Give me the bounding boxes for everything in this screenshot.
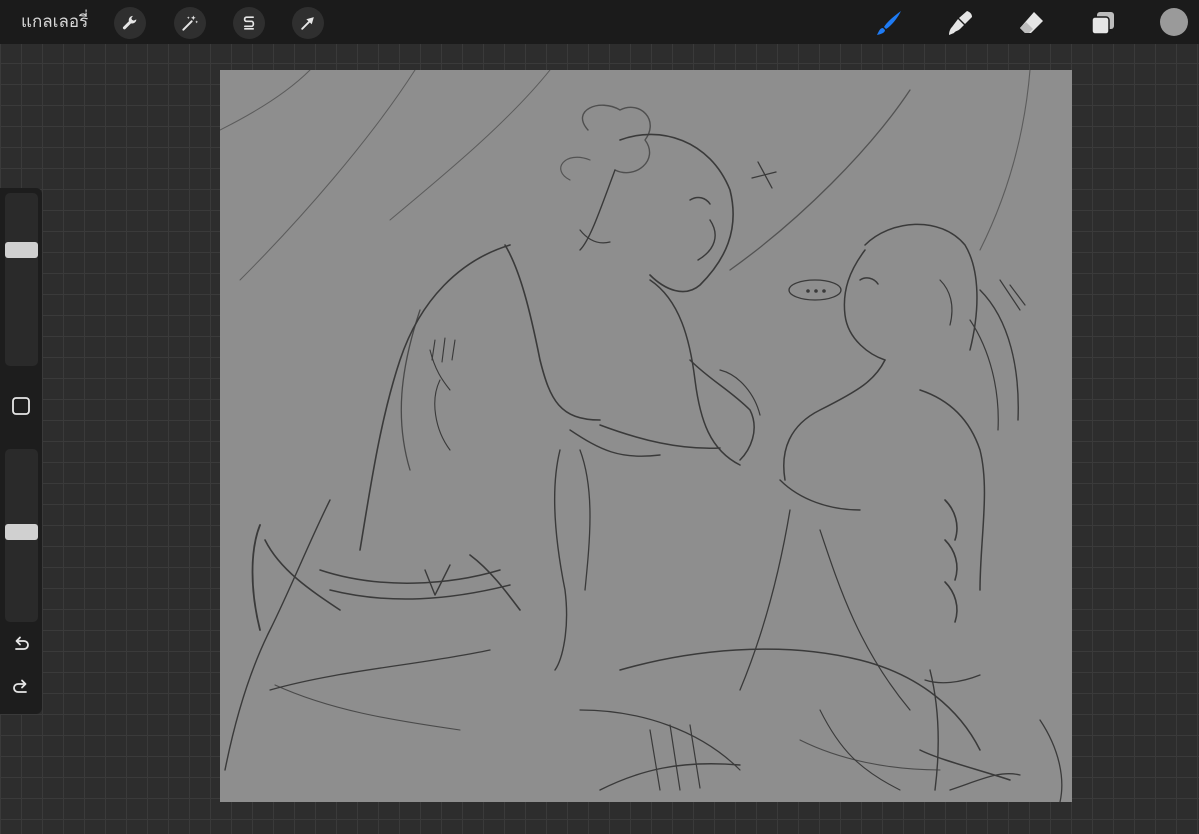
selection-s-icon: [243, 16, 255, 30]
opacity-slider[interactable]: [5, 449, 38, 622]
undo-icon[interactable]: [10, 634, 32, 656]
redo-icon[interactable]: [10, 677, 32, 699]
drawing-canvas[interactable]: [220, 70, 1072, 802]
brush-size-slider-handle[interactable]: [5, 242, 38, 258]
transform-button[interactable]: [292, 7, 324, 39]
square-outline-icon[interactable]: [11, 396, 31, 416]
gallery-button[interactable]: แกลเลอรี่: [21, 10, 88, 34]
brush-tool-button[interactable]: [872, 6, 906, 40]
adjustments-button[interactable]: [174, 7, 206, 39]
top-toolbar: แกลเลอรี่: [0, 0, 1199, 44]
wrench-icon: [122, 15, 137, 30]
eraser-icon: [1020, 12, 1043, 33]
brush-icon: [877, 11, 901, 35]
layers-button[interactable]: [1086, 6, 1120, 40]
opacity-slider-handle[interactable]: [5, 524, 38, 540]
selection-button[interactable]: [233, 7, 265, 39]
color-swatch[interactable]: [1160, 8, 1188, 36]
smudge-tool-button[interactable]: [943, 6, 977, 40]
layers-icon: [1091, 12, 1114, 35]
arrow-cursor-icon: [301, 17, 314, 30]
brush-size-slider[interactable]: [5, 193, 38, 366]
left-sidebar: [0, 188, 42, 714]
procreate-app: แกลเลอรี่: [0, 0, 1199, 834]
sketch-artwork: [220, 70, 1072, 802]
actions-button[interactable]: [114, 7, 146, 39]
magic-wand-icon: [182, 15, 199, 31]
smudge-icon: [949, 11, 972, 35]
eraser-tool-button[interactable]: [1014, 6, 1048, 40]
